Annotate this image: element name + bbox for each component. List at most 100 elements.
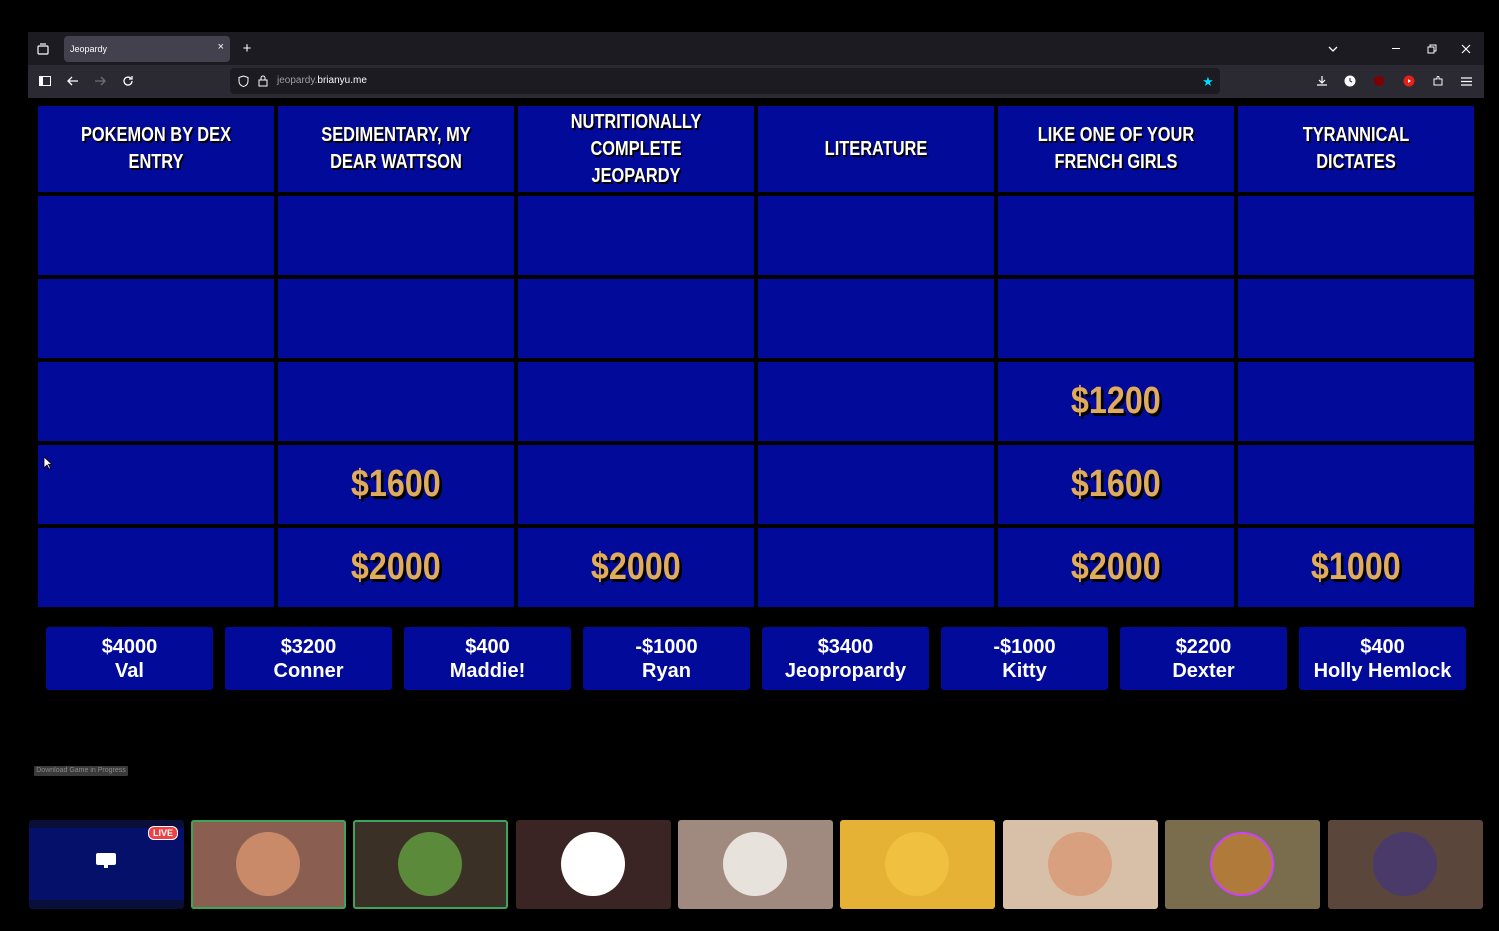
tab-jeopardy[interactable]: Jeopardy ×	[64, 36, 230, 62]
close-window-icon[interactable]	[1459, 42, 1473, 56]
category-title: LIKE ONE OF YOUR FRENCH GIRLS	[1037, 124, 1195, 173]
extensions-puzzle-icon[interactable]	[1431, 74, 1445, 88]
clue-cell[interactable]	[38, 362, 274, 441]
download-game-button[interactable]: Download Game in Progress	[34, 766, 128, 776]
clue-cell[interactable]: $1200	[998, 362, 1234, 441]
extension-clock-icon[interactable]	[1343, 74, 1357, 88]
category-header: TYRANNICAL DICTATES	[1238, 106, 1474, 192]
participant-tile[interactable]	[840, 820, 995, 909]
clue-cell[interactable]	[278, 196, 514, 275]
clue-value: $1600	[1071, 463, 1161, 505]
category-title: NUTRITIONALLY COMPLETE JEOPARDY	[570, 110, 702, 187]
restore-icon[interactable]	[1425, 42, 1439, 56]
close-tab-icon[interactable]: ×	[218, 41, 224, 53]
extension-youtube-icon[interactable]	[1402, 74, 1416, 88]
nav-bar: jeopardy.brianyu.me ★	[28, 65, 1484, 98]
tab-list-icon[interactable]	[36, 42, 50, 56]
clue-cell[interactable]	[518, 196, 754, 275]
category-header: NUTRITIONALLY COMPLETE JEOPARDY	[518, 106, 754, 192]
sidebar-icon[interactable]	[38, 74, 52, 88]
clue-cell[interactable]	[1238, 362, 1474, 441]
clue-cell[interactable]	[518, 362, 754, 441]
participant-tile[interactable]	[191, 820, 346, 909]
avatar	[1210, 832, 1274, 896]
live-badge: LIVE	[147, 826, 178, 840]
clue-cell[interactable]	[38, 445, 274, 524]
clue-cell[interactable]	[758, 528, 994, 607]
player-score-card[interactable]: $400 Holly Hemlock	[1299, 627, 1466, 690]
url-bar[interactable]: jeopardy.brianyu.me ★	[230, 68, 1220, 94]
tab-bar: Jeopardy × +	[28, 32, 1484, 65]
clue-cell[interactable]	[758, 279, 994, 358]
clue-cell[interactable]: $1000	[1238, 528, 1474, 607]
chevron-down-icon[interactable]	[1326, 42, 1340, 56]
new-tab-icon[interactable]: +	[240, 41, 254, 56]
clue-cell[interactable]: $1600	[998, 445, 1234, 524]
player-score-card[interactable]: -$1000 Ryan	[583, 627, 750, 690]
player-name: Maddie!	[449, 660, 526, 682]
clue-cell[interactable]	[1238, 196, 1474, 275]
clue-cell[interactable]	[38, 279, 274, 358]
clue-cell[interactable]	[518, 279, 754, 358]
clue-cell[interactable]	[998, 279, 1234, 358]
score-amount: $400	[1360, 636, 1405, 658]
clue-value: $1600	[351, 463, 441, 505]
lock-icon[interactable]	[256, 74, 270, 88]
clue-cell[interactable]	[278, 362, 514, 441]
player-name: Kitty	[1002, 660, 1047, 682]
clue-cell[interactable]	[1238, 445, 1474, 524]
tab-title: Jeopardy	[70, 44, 108, 54]
clue-cell[interactable]	[1238, 279, 1474, 358]
participant-tile[interactable]	[516, 820, 671, 909]
clue-cell[interactable]	[38, 196, 274, 275]
back-icon[interactable]	[66, 74, 80, 88]
category-title: SEDIMENTARY, MY DEAR WATTSON	[321, 124, 471, 173]
clue-cell[interactable]	[758, 445, 994, 524]
participant-tile[interactable]	[678, 820, 833, 909]
player-score-card[interactable]: $3200 Conner	[225, 627, 392, 690]
player-score-card[interactable]: $2200 Dexter	[1120, 627, 1287, 690]
clue-value: $2000	[591, 546, 681, 588]
participant-tile[interactable]	[1165, 820, 1320, 909]
downloads-icon[interactable]	[1315, 74, 1329, 88]
clue-cell[interactable]: $1600	[278, 445, 514, 524]
clue-cell[interactable]: $2000	[998, 528, 1234, 607]
participant-tile[interactable]	[1328, 820, 1483, 909]
clue-cell[interactable]	[998, 196, 1234, 275]
score-amount: $3400	[817, 636, 874, 658]
minimize-icon[interactable]	[1390, 42, 1404, 56]
clue-cell[interactable]: $2000	[278, 528, 514, 607]
clue-cell[interactable]	[518, 445, 754, 524]
clue-value: $1200	[1071, 380, 1161, 422]
score-amount: -$1000	[635, 636, 698, 658]
reload-icon[interactable]	[121, 74, 135, 88]
menu-icon[interactable]	[1459, 74, 1473, 88]
score-amount: $2200	[1175, 636, 1232, 658]
screen-share-icon	[95, 852, 117, 870]
forward-icon[interactable]	[93, 74, 107, 88]
avatar	[1373, 832, 1437, 896]
participant-tile[interactable]	[353, 820, 508, 909]
clue-cell[interactable]	[758, 196, 994, 275]
player-score-card[interactable]: $4000 Val	[46, 627, 213, 690]
category-title: POKEMON BY DEX ENTRY	[80, 124, 232, 173]
score-amount: $3200	[280, 636, 337, 658]
category-title: TYRANNICAL DICTATES	[1302, 124, 1410, 173]
clue-cell[interactable]: $2000	[518, 528, 754, 607]
clue-cell[interactable]	[758, 362, 994, 441]
player-name: Conner	[273, 660, 344, 682]
player-score-card[interactable]: $3400 Jeopropardy	[762, 627, 929, 690]
stream-preview-tile[interactable]: LIVE	[29, 820, 184, 909]
bookmark-star-icon[interactable]: ★	[1201, 74, 1215, 88]
extension-ublock-icon[interactable]	[1372, 74, 1386, 88]
player-score-card[interactable]: -$1000 Kitty	[941, 627, 1108, 690]
category-header: SEDIMENTARY, MY DEAR WATTSON	[278, 106, 514, 192]
participant-tile[interactable]	[1003, 820, 1158, 909]
clue-value: $2000	[1071, 546, 1161, 588]
player-score-card[interactable]: $400 Maddie!	[404, 627, 571, 690]
shield-icon[interactable]	[236, 74, 250, 88]
jeopardy-board: POKEMON BY DEX ENTRY SEDIMENTARY, MY DEA…	[36, 104, 1476, 609]
url-text[interactable]: jeopardy.brianyu.me	[277, 75, 367, 86]
clue-cell[interactable]	[278, 279, 514, 358]
clue-cell[interactable]	[38, 528, 274, 607]
